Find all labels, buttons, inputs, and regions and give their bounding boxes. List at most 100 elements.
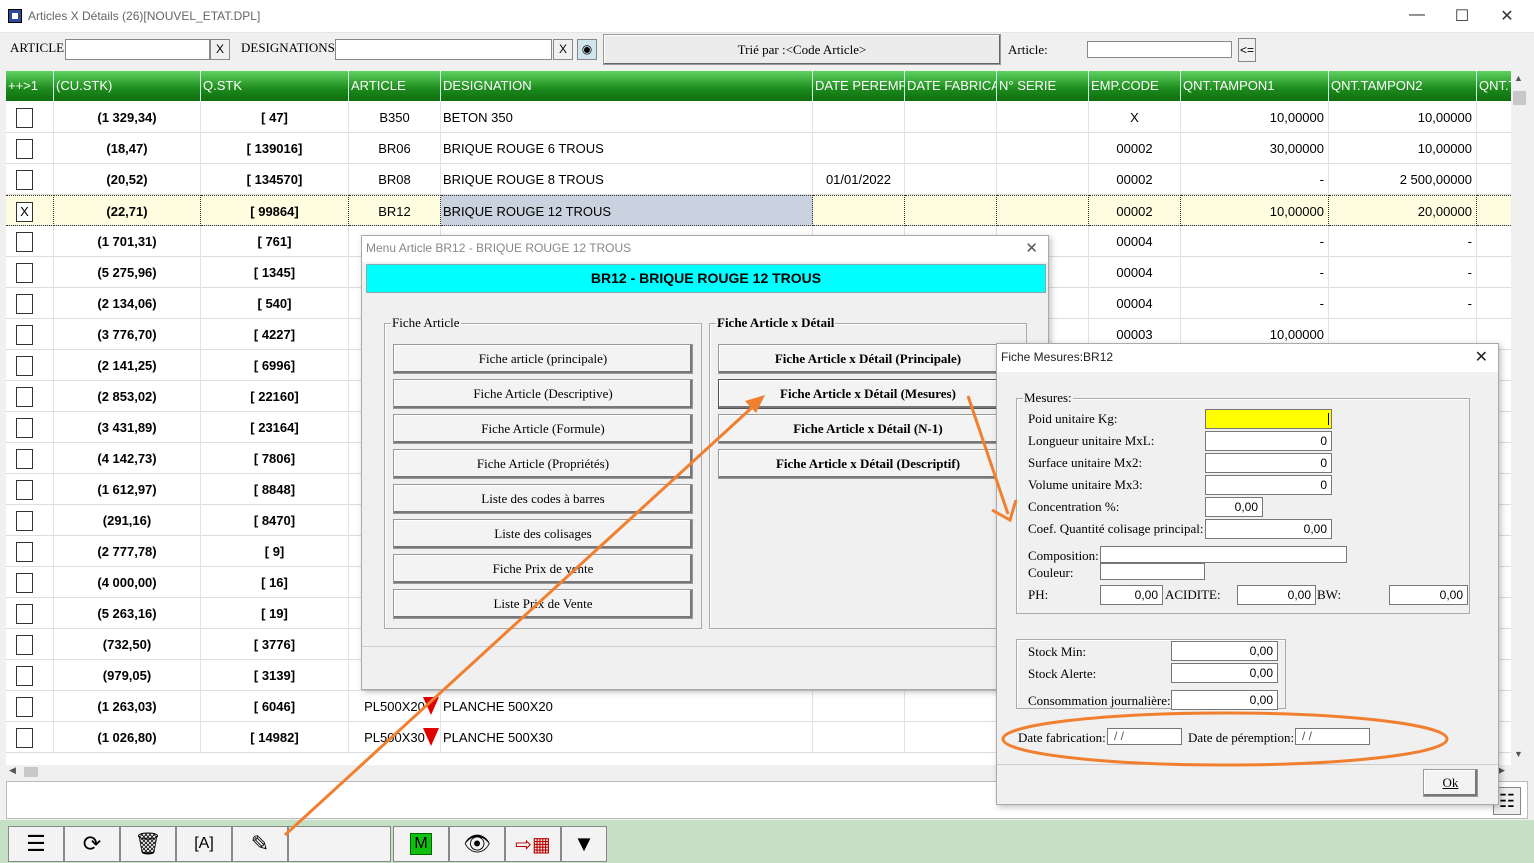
cell-select[interactable] xyxy=(6,629,54,660)
date-peremption-input[interactable]: / / xyxy=(1295,728,1370,745)
cell-qnt-t[interactable] xyxy=(1477,226,1511,257)
col-header-select[interactable]: ++>1 xyxy=(6,71,54,101)
cell-select[interactable] xyxy=(6,164,54,195)
cell-select[interactable] xyxy=(6,412,54,443)
cell-qnt-t[interactable] xyxy=(1477,164,1511,195)
cell-emp-code[interactable]: X xyxy=(1089,102,1181,133)
cell-qnt-tampon2[interactable]: 10,00000 xyxy=(1329,133,1477,164)
cell-q-stk[interactable]: [ 1345] xyxy=(201,257,349,288)
col-header-qnt-tampon1[interactable]: QNT.TAMPON1 xyxy=(1181,71,1329,101)
col-header-qnt-t[interactable]: QNT.T xyxy=(1477,71,1511,101)
row-checkbox[interactable] xyxy=(16,418,33,438)
cell-qnt-tampon2[interactable]: 10,00000 xyxy=(1329,102,1477,133)
article-input[interactable] xyxy=(65,39,210,60)
cell-qnt-tampon2[interactable]: 20,00000 xyxy=(1329,195,1477,226)
cell-date-peremp[interactable] xyxy=(813,691,905,722)
cell-q-stk[interactable]: [ 540] xyxy=(201,288,349,319)
cell-emp-code[interactable]: 00002 xyxy=(1089,164,1181,195)
cell-q-stk[interactable]: [ 14982] xyxy=(201,722,349,753)
cell-select[interactable] xyxy=(6,536,54,567)
cell-cu-stk[interactable]: (732,50) xyxy=(54,629,201,660)
cell-cu-stk[interactable]: (2 777,78) xyxy=(54,536,201,567)
col-header-qnt-tampon2[interactable]: QNT.TAMPON2 xyxy=(1329,71,1477,101)
cell-qnt-tampon2[interactable]: - xyxy=(1329,257,1477,288)
cell-select[interactable] xyxy=(6,319,54,350)
cell-date-fabrica[interactable] xyxy=(905,102,997,133)
cell-select[interactable] xyxy=(6,567,54,598)
cell-select[interactable] xyxy=(6,598,54,629)
cell-cu-stk[interactable]: (22,71) xyxy=(54,195,201,226)
cell-date-fabrica[interactable] xyxy=(905,195,997,226)
cell-cu-stk[interactable]: (2 134,06) xyxy=(54,288,201,319)
cell-select[interactable] xyxy=(6,381,54,412)
table-row[interactable]: (1 329,34)[ 47] B350 BETON 350 X 10,00000 10,… xyxy=(6,102,1511,133)
cell-q-stk[interactable]: [ 9] xyxy=(201,536,349,567)
m-icon[interactable]: M xyxy=(393,826,449,862)
row-checkbox[interactable] xyxy=(16,728,33,748)
cell-cu-stk[interactable]: (4 142,73) xyxy=(54,443,201,474)
cell-q-stk[interactable]: [ 6046] xyxy=(201,691,349,722)
cell-q-stk[interactable]: [ 3776] xyxy=(201,629,349,660)
refresh-icon[interactable]: ⟳ xyxy=(64,826,120,862)
cell-qnt-t[interactable] xyxy=(1477,195,1511,226)
cell-cu-stk[interactable]: (1 026,80) xyxy=(54,722,201,753)
cell-q-stk[interactable]: [ 6996] xyxy=(201,350,349,381)
designations-input[interactable] xyxy=(335,39,552,60)
row-checkbox[interactable] xyxy=(16,480,33,500)
row-checkbox[interactable] xyxy=(16,139,33,159)
clear-article-button[interactable]: X xyxy=(210,39,230,60)
row-checkbox[interactable] xyxy=(16,604,33,624)
cell-date-peremp[interactable] xyxy=(813,133,905,164)
fiche-article-formule-button[interactable]: Fiche Article (Formule) xyxy=(393,414,693,444)
cell-select[interactable] xyxy=(6,288,54,319)
couleur-input[interactable] xyxy=(1100,563,1205,580)
bw-input[interactable]: 0,00 xyxy=(1389,585,1468,605)
cell-select[interactable] xyxy=(6,350,54,381)
cell-select[interactable] xyxy=(6,660,54,691)
cell-cu-stk[interactable]: (1 612,97) xyxy=(54,474,201,505)
cell-select[interactable] xyxy=(6,102,54,133)
grid-import-icon[interactable]: ⇨▦ xyxy=(505,826,561,862)
cell-qnt-t[interactable] xyxy=(1477,288,1511,319)
row-checkbox[interactable] xyxy=(16,449,33,469)
row-checkbox[interactable] xyxy=(16,232,33,252)
cell-qnt-tampon1[interactable]: - xyxy=(1181,164,1329,195)
cell-cu-stk[interactable]: (979,05) xyxy=(54,660,201,691)
cell-emp-code[interactable]: 00002 xyxy=(1089,195,1181,226)
liste-colisages-button[interactable]: Liste des colisages xyxy=(393,519,693,549)
cell-q-stk[interactable]: [ 16] xyxy=(201,567,349,598)
cell-select[interactable] xyxy=(6,443,54,474)
cell-cu-stk[interactable]: (20,52) xyxy=(54,164,201,195)
cell-date-fabrica[interactable] xyxy=(905,133,997,164)
cell-cu-stk[interactable]: (3 431,89) xyxy=(54,412,201,443)
cell-qnt-tampon1[interactable]: - xyxy=(1181,288,1329,319)
cell-qnt-tampon1[interactable]: - xyxy=(1181,257,1329,288)
cell-designation[interactable]: BRIQUE ROUGE 8 TROUS xyxy=(441,164,813,195)
row-checkbox[interactable] xyxy=(16,294,33,314)
cell-cu-stk[interactable]: (18,47) xyxy=(54,133,201,164)
cell-q-stk[interactable]: [ 7806] xyxy=(201,443,349,474)
mesures-dialog-close-icon[interactable]: ✕ xyxy=(1475,347,1488,367)
stock-min-input[interactable]: 0,00 xyxy=(1171,641,1278,661)
row-checkbox[interactable] xyxy=(16,387,33,407)
cell-q-stk[interactable]: [ 761] xyxy=(201,226,349,257)
cell-date-fabrica[interactable] xyxy=(905,691,997,722)
row-checkbox[interactable] xyxy=(16,511,33,531)
table-row[interactable]: (18,47)[ 139016] BR06 BRIQUE ROUGE 6 TROUS… xyxy=(6,133,1511,164)
edit-icon[interactable]: ✎ xyxy=(232,826,288,862)
col-header-n-serie[interactable]: N° SERIE xyxy=(997,71,1089,101)
sort-button[interactable]: Trié par :<Code Article> xyxy=(603,34,1001,65)
cell-q-stk[interactable]: [ 99864] xyxy=(201,195,349,226)
col-header-cu-stk[interactable]: (CU.STK) xyxy=(54,71,201,101)
cell-qnt-tampon2[interactable]: - xyxy=(1329,226,1477,257)
cell-select[interactable] xyxy=(6,691,54,722)
cell-article[interactable]: BR08 xyxy=(349,164,441,195)
cell-emp-code[interactable]: 00002 xyxy=(1089,133,1181,164)
cell-n-serie[interactable] xyxy=(997,195,1089,226)
liste-prix-vente-button[interactable]: Liste Prix de Vente xyxy=(393,589,693,619)
row-checkbox[interactable] xyxy=(16,697,33,717)
cell-select[interactable] xyxy=(6,722,54,753)
cell-cu-stk[interactable]: (291,16) xyxy=(54,505,201,536)
row-checkbox[interactable] xyxy=(16,108,33,128)
cell-select[interactable]: X xyxy=(6,195,54,226)
